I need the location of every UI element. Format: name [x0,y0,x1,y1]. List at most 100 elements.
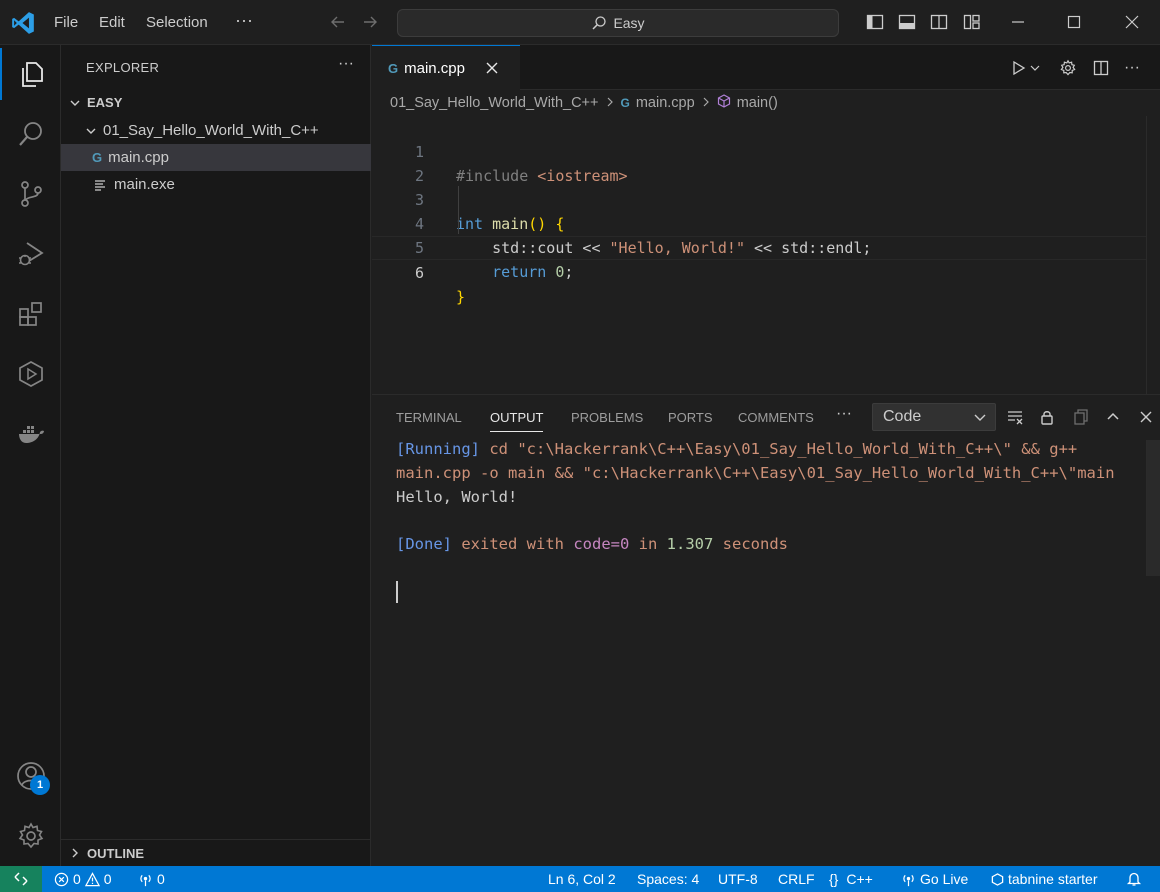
close-icon[interactable] [485,61,499,75]
broadcast-icon [903,874,914,886]
editor-scrollbar[interactable] [1146,116,1160,394]
go-live-button[interactable]: Go Live [901,871,968,887]
extensions-icon [18,302,42,326]
breadcrumb-file[interactable]: main.cpp [636,95,695,111]
activity-search[interactable] [0,108,61,160]
breadcrumb-folder[interactable]: 01_Say_Hello_World_With_C++ [390,95,599,111]
activity-remote-explorer[interactable] [0,348,61,400]
folder-item[interactable]: 01_Say_Hello_World_With_C++ [61,117,371,144]
tabnine-icon [991,872,1004,886]
back-arrow-icon[interactable] [326,10,350,34]
chevron-down-icon [973,410,987,429]
toggle-panel-icon[interactable] [895,10,919,34]
outline-label: OUTLINE [87,845,145,861]
file-item-main-cpp[interactable]: G main.cpp [61,144,371,171]
forward-arrow-icon[interactable] [358,10,382,34]
activity-source-control[interactable] [0,168,61,220]
tab-terminal[interactable]: TERMINAL [396,410,462,425]
ports-indicator[interactable]: 0 [138,871,165,887]
file-item-main-exe[interactable]: main.exe [61,171,371,198]
clear-output-icon[interactable] [1004,406,1026,428]
explorer-title: EXPLORER [86,60,160,75]
run-debug-icon [18,242,44,266]
warning-count: 0 [103,871,112,887]
chevron-right-icon [701,95,711,111]
cpp-file-icon: G [620,96,630,110]
breadcrumb-symbol[interactable]: main() [737,95,778,111]
activity-run-debug[interactable] [0,228,61,280]
toggle-secondary-sidebar-icon[interactable] [927,10,951,34]
chevron-up-icon[interactable] [1102,406,1124,428]
indentation[interactable]: Spaces: 4 [637,871,699,887]
menu-edit[interactable]: Edit [99,14,125,31]
folder-label: 01_Say_Hello_World_With_C++ [103,122,319,139]
toggle-sidebar-icon[interactable] [863,10,887,34]
error-count: 0 [73,871,81,887]
settings-gear-icon [18,822,43,849]
remote-indicator[interactable] [0,866,42,892]
minimize-icon[interactable] [1006,10,1030,34]
encoding-label: UTF-8 [718,871,758,887]
bell-icon [1126,872,1142,886]
copy-icon[interactable] [1070,406,1092,428]
command-center-search[interactable]: Easy [397,9,839,37]
activity-accounts[interactable] [0,750,61,802]
problems-indicator[interactable]: 0 0 [54,871,112,887]
title-bar: File Edit Selection ··· Easy [0,0,1160,45]
activity-docker[interactable] [0,408,61,460]
run-icon[interactable] [1008,57,1030,79]
lock-icon[interactable] [1036,406,1058,428]
done-tag: [Done] [396,535,452,553]
cpp-file-icon: G [92,150,103,165]
explorer-icon [21,62,43,87]
menu-more-button[interactable]: ··· [235,10,253,31]
code-editor[interactable]: 1 #include <iostream> 2 3 int main() { 4… [372,116,1160,394]
breadcrumb: 01_Say_Hello_World_With_C++ G main.cpp m… [372,90,1160,116]
text-cursor [396,581,398,603]
language-mode[interactable]: {} C++ [829,871,873,887]
ports-count: 0 [157,871,165,887]
editor-more-button[interactable]: ··· [1121,57,1143,79]
activity-extensions[interactable] [0,288,61,340]
in-text: in [629,535,667,553]
encoding[interactable]: UTF-8 [718,871,758,887]
code-line: 3 int main() { [372,164,1160,233]
maximize-icon[interactable] [1062,10,1086,34]
cursor-position[interactable]: Ln 6, Col 2 [548,871,616,887]
seconds-text: seconds [713,535,788,553]
outline-section[interactable]: OUTLINE [61,839,371,866]
tab-main-cpp[interactable]: G main.cpp [372,45,520,90]
output-line: Hello, World! [396,485,517,509]
explorer-more-button[interactable]: ··· [338,55,354,73]
chevron-down-icon[interactable] [1028,57,1042,79]
output-scrollbar[interactable] [1146,440,1160,576]
workspace-root[interactable]: EASY [61,89,371,116]
activity-manage[interactable] [0,810,61,862]
accounts-badge: 1 [30,775,50,795]
tab-output[interactable]: OUTPUT [490,410,544,432]
menu-selection[interactable]: Selection [146,14,208,31]
tabnine-indicator[interactable]: tabnine starter [991,871,1098,887]
settings-gear-icon[interactable] [1057,57,1079,79]
menu-file[interactable]: File [54,14,78,31]
close-icon[interactable] [1120,10,1144,34]
output-channel-select[interactable]: Code [872,403,996,431]
source-control-icon [20,181,42,207]
split-editor-icon[interactable] [1090,57,1112,79]
tab-ports[interactable]: PORTS [668,410,713,425]
line-ending-label: CRLF [778,871,815,887]
keyword-return: return [492,263,547,281]
line-ending[interactable]: CRLF [778,871,815,887]
close-icon[interactable] [1135,406,1157,428]
tab-problems[interactable]: PROBLEMS [571,410,643,425]
editor-tab-bar: G main.cpp ··· [372,45,1160,90]
close-brace: } [456,288,466,306]
customize-layout-icon[interactable] [960,10,984,34]
status-bar: 0 0 0 Ln 6, Col 2 Spaces: 4 UTF-8 CRLF {… [0,866,1160,892]
exit-code: code=0 [573,535,630,553]
panel-more-button[interactable]: ··· [836,405,852,423]
notifications-button[interactable] [1126,871,1142,887]
exited-text: exited with [452,535,574,553]
tab-comments[interactable]: COMMENTS [738,410,814,425]
activity-explorer[interactable] [0,48,61,100]
